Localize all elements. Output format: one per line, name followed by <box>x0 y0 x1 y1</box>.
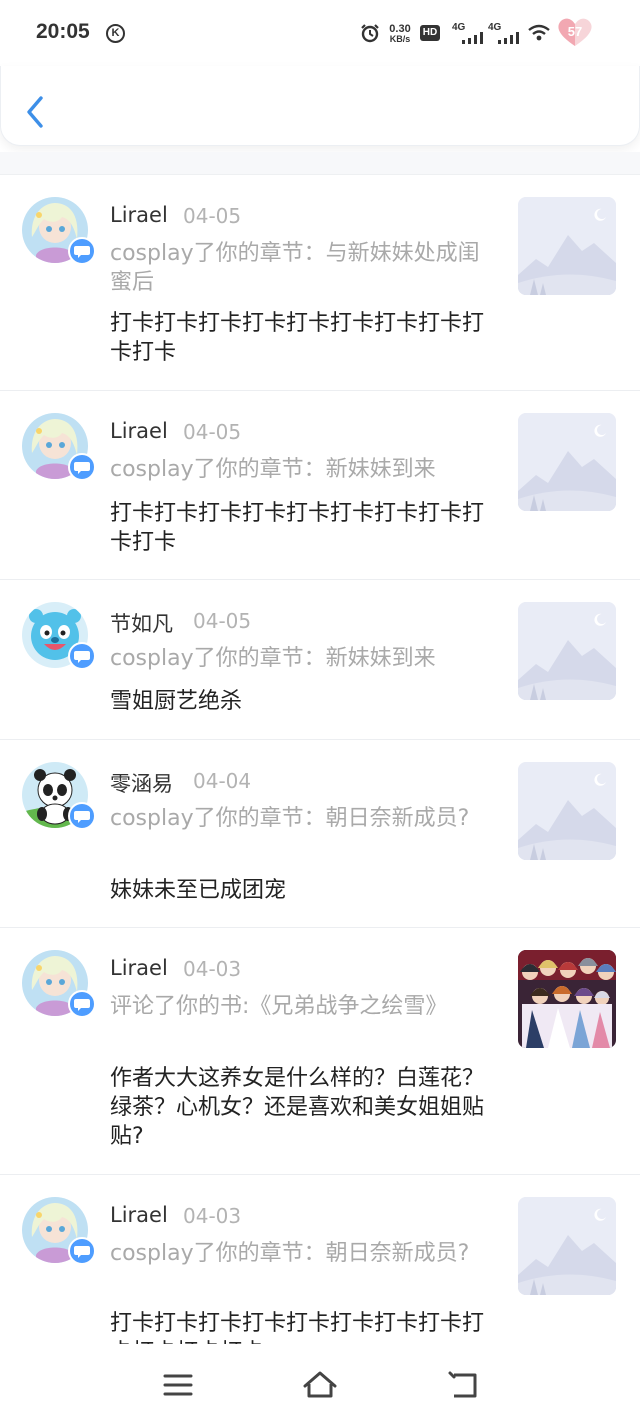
chapter-thumbnail[interactable] <box>518 762 616 860</box>
list-item[interactable]: Lirael 04-05 cosplay了你的章节：与新妹妹处成闺蜜后 打卡打卡… <box>0 175 640 391</box>
chat-bubble-icon <box>68 802 96 830</box>
header-spacer <box>0 152 640 175</box>
list-item[interactable]: Lirael 04-03 cosplay了你的章节：朝日奈新成员? 打卡打卡打卡… <box>0 1175 640 1360</box>
comment-content: 打卡打卡打卡打卡打卡打卡打卡打卡打卡打卡 <box>110 311 485 365</box>
message-date: 04-05 <box>183 204 242 228</box>
chapter-thumbnail[interactable] <box>518 413 616 511</box>
comment-content: 妹妹未至已成团宠 <box>110 878 287 903</box>
chat-bubble-icon <box>68 237 96 265</box>
message-date: 04-04 <box>193 769 252 793</box>
signal-4g-icon: 4G <box>488 22 522 46</box>
user-name[interactable]: Lirael <box>110 956 168 980</box>
status-icons: 0.30 KB/s HD 4G 4G 57 <box>360 18 600 48</box>
menu-icon[interactable] <box>158 1368 198 1402</box>
comment-content: 作者大大这养女是什么样的？白莲花？绿茶？心机女？还是喜欢和美女姐姐贴贴? <box>110 1066 485 1149</box>
book-cover-thumbnail[interactable] <box>518 950 616 1048</box>
chevron-left-icon[interactable] <box>23 94 51 130</box>
activity-summary: cosplay了你的章节：新妹妹到来 <box>110 646 436 671</box>
chat-bubble-icon <box>68 990 96 1018</box>
chat-bubble-icon <box>68 1237 96 1265</box>
message-date: 04-05 <box>193 609 252 633</box>
system-nav-bar <box>0 1346 640 1423</box>
chat-bubble-icon <box>68 642 96 670</box>
list-item[interactable]: Lirael 04-05 cosplay了你的章节：新妹妹到来 打卡打卡打卡打卡… <box>0 391 640 580</box>
hd-icon: HD <box>420 25 440 41</box>
heart-battery-icon: 57 <box>556 16 594 48</box>
activity-summary: cosplay了你的章节：朝日奈新成员? <box>110 806 470 831</box>
status-bar: 20:05 K 0.30 KB/s HD 4G 4G 57 <box>0 0 640 66</box>
user-name[interactable]: Lirael <box>110 203 168 227</box>
list-item[interactable]: 节如凡 04-05 cosplay了你的章节：新妹妹到来 雪姐厨艺绝杀 <box>0 580 640 740</box>
user-name[interactable]: Lirael <box>110 419 168 443</box>
message-date: 04-05 <box>183 420 242 444</box>
k-icon: K <box>106 24 125 43</box>
activity-summary: cosplay了你的章节：与新妹妹处成闺蜜后 <box>110 241 480 295</box>
list-item[interactable]: 零涵易 04-04 cosplay了你的章节：朝日奈新成员? 妹妹未至已成团宠 <box>0 740 640 928</box>
chapter-thumbnail[interactable] <box>518 602 616 700</box>
activity-summary: cosplay了你的章节：新妹妹到来 <box>110 457 436 482</box>
user-name[interactable]: 零涵易 <box>110 768 173 798</box>
home-icon[interactable] <box>300 1368 340 1402</box>
comment-content: 雪姐厨艺绝杀 <box>110 689 243 714</box>
list-item[interactable]: Lirael 04-03 评论了你的书:《兄弟战争之绘雪》 作者大大这养女是什么… <box>0 928 640 1175</box>
signal-4g-icon: 4G <box>452 22 486 46</box>
wifi-icon <box>528 24 550 41</box>
chat-bubble-icon <box>68 453 96 481</box>
message-date: 04-03 <box>183 1204 242 1228</box>
chapter-thumbnail[interactable] <box>518 197 616 295</box>
status-time: 20:05 <box>36 20 90 43</box>
top-header <box>0 66 640 146</box>
activity-summary: 评论了你的书:《兄弟战争之绘雪》 <box>110 994 448 1019</box>
user-name[interactable]: 节如凡 <box>110 608 173 638</box>
net-speed: 0.30 KB/s <box>389 23 411 45</box>
comment-content: 打卡打卡打卡打卡打卡打卡打卡打卡打卡打卡打卡打卡 <box>110 1311 485 1344</box>
user-name[interactable]: Lirael <box>110 1203 168 1227</box>
comment-content: 打卡打卡打卡打卡打卡打卡打卡打卡打卡打卡 <box>110 501 485 555</box>
message-list: Lirael 04-05 cosplay了你的章节：与新妹妹处成闺蜜后 打卡打卡… <box>0 175 640 1360</box>
back-icon[interactable] <box>442 1368 482 1402</box>
chapter-thumbnail[interactable] <box>518 1197 616 1295</box>
alarm-icon <box>361 24 379 43</box>
activity-summary: cosplay了你的章节：朝日奈新成员? <box>110 1241 470 1266</box>
message-date: 04-03 <box>183 957 242 981</box>
